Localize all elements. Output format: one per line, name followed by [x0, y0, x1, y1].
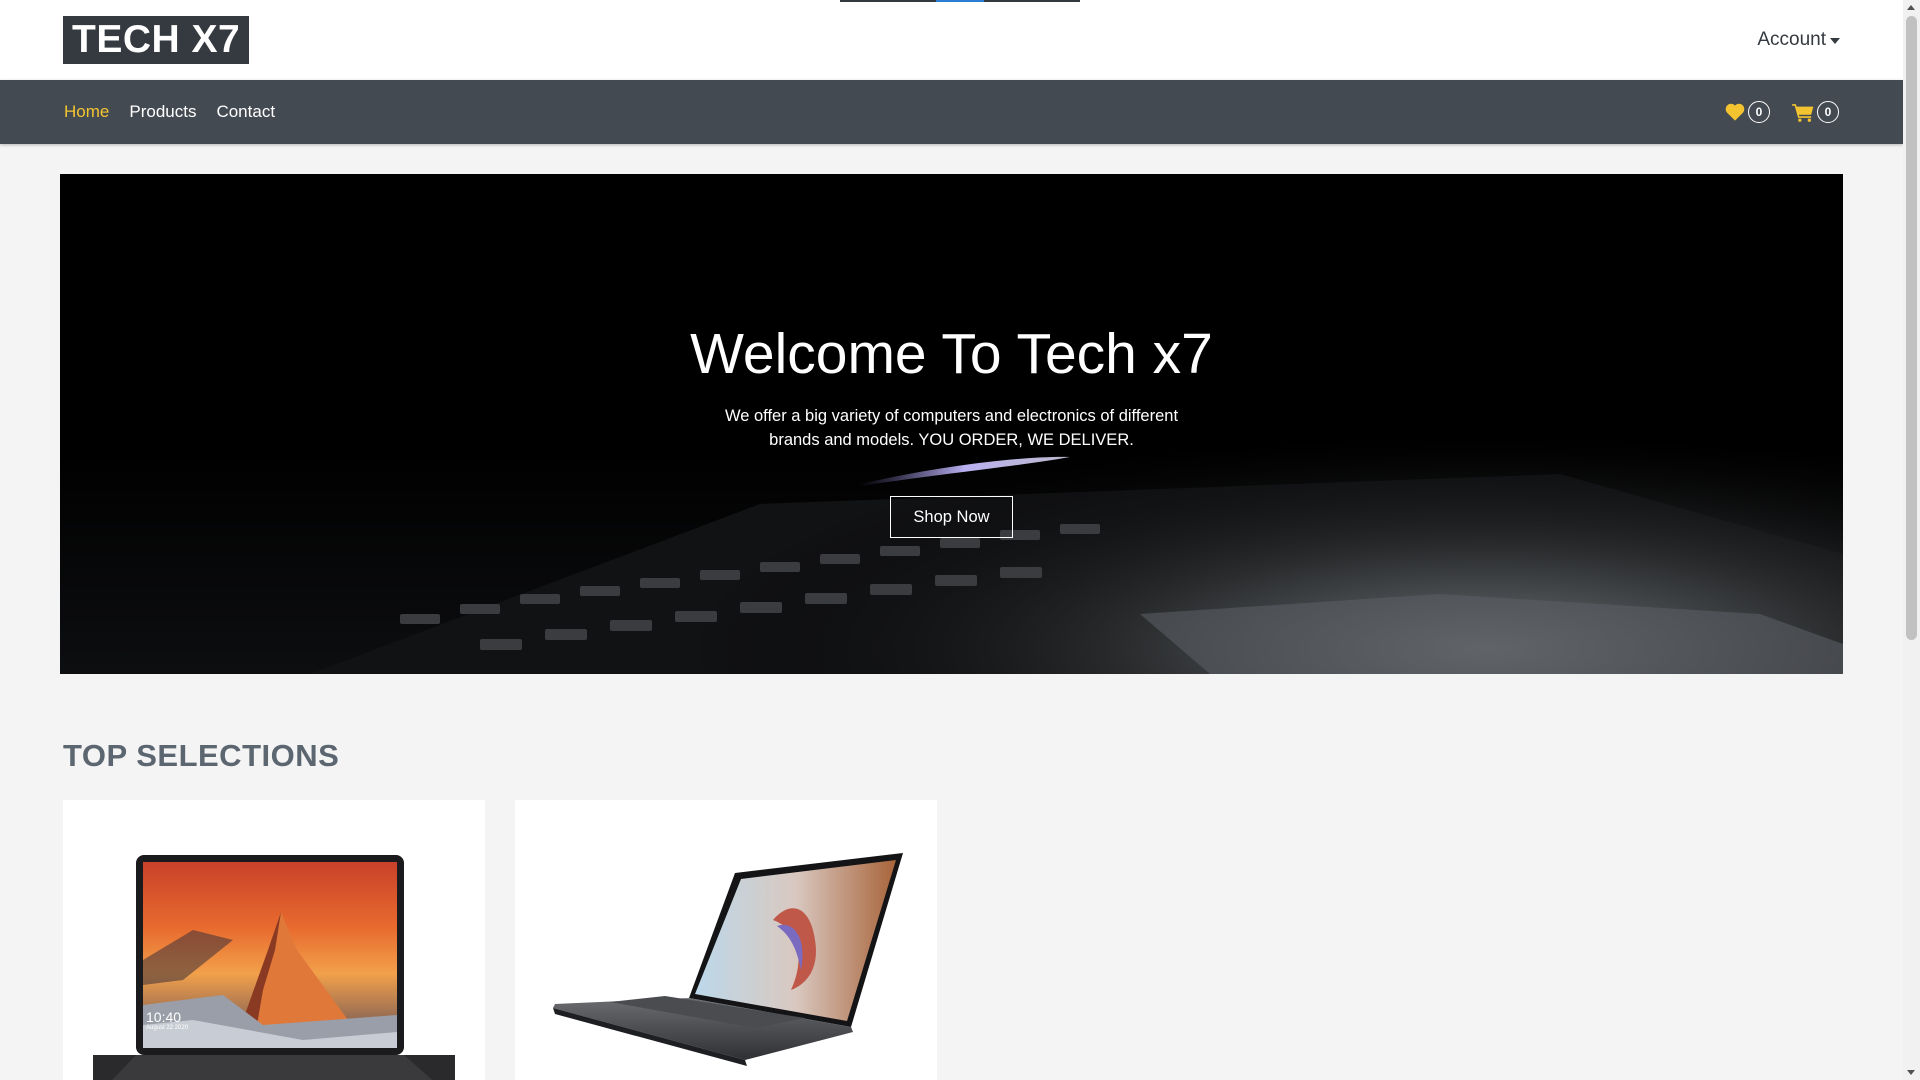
- nav-link-home[interactable]: Home: [64, 102, 109, 122]
- scroll-up-arrow-icon[interactable]: [1907, 5, 1915, 10]
- laptop-screen-date: August 22 2020: [146, 1025, 189, 1031]
- laptop-screen-clock: 10:40: [146, 1009, 182, 1025]
- nav-actions: 0 0: [1725, 80, 1839, 144]
- wishlist-count-badge: 0: [1748, 101, 1770, 123]
- product-image-laptop-mountain: [93, 855, 455, 1080]
- hero-banner: Welcome To Tech x7 We offer a big variet…: [60, 174, 1843, 674]
- nav-link-contact[interactable]: Contact: [216, 102, 275, 122]
- wishlist-button[interactable]: 0: [1725, 101, 1770, 123]
- page-loading-bar: [840, 0, 1080, 2]
- scroll-down-arrow-icon[interactable]: [1907, 1070, 1915, 1075]
- hero-content: Welcome To Tech x7 We offer a big variet…: [60, 174, 1843, 674]
- product-card[interactable]: 10:40 August 22 2020: [63, 800, 485, 1080]
- section-title-top-selections: TOP SELECTIONS: [63, 738, 340, 773]
- account-label: Account: [1757, 29, 1826, 50]
- product-card[interactable]: [515, 800, 937, 1080]
- account-dropdown[interactable]: Account: [1757, 26, 1840, 54]
- top-header: TECH X7 Account: [0, 0, 1903, 80]
- nav-links: Home Products Contact: [64, 80, 275, 144]
- heart-icon: [1725, 103, 1745, 121]
- cart-button[interactable]: 0: [1792, 101, 1839, 123]
- product-image-laptop-abstract: [553, 853, 903, 1066]
- brand-logo[interactable]: TECH X7: [63, 16, 250, 64]
- vertical-scrollbar[interactable]: [1903, 0, 1920, 1080]
- shop-now-button[interactable]: Shop Now: [890, 496, 1013, 538]
- main-navbar: Home Products Contact 0 0: [0, 80, 1903, 144]
- cart-icon: [1792, 103, 1814, 122]
- caret-down-icon: [1830, 37, 1840, 44]
- scrollbar-thumb[interactable]: [1906, 16, 1917, 640]
- cart-count-badge: 0: [1817, 101, 1839, 123]
- nav-link-products[interactable]: Products: [129, 102, 196, 122]
- hero-title: Welcome To Tech x7: [690, 322, 1213, 386]
- hero-description: We offer a big variety of computers and …: [724, 407, 1179, 449]
